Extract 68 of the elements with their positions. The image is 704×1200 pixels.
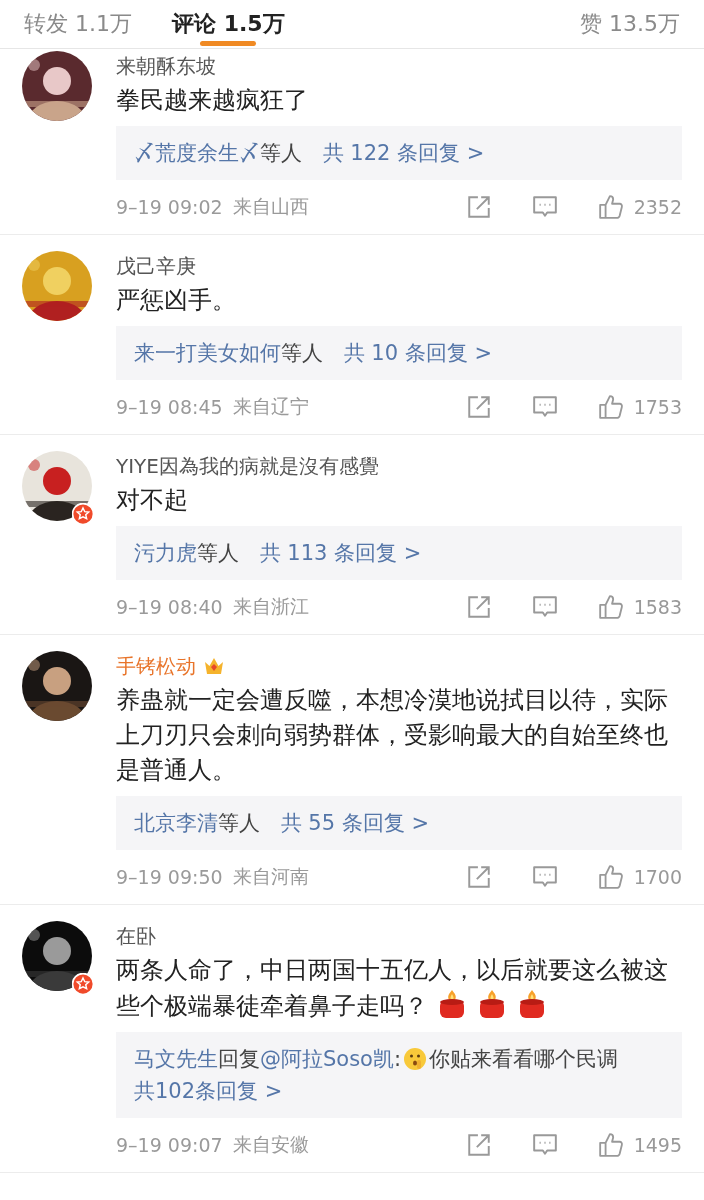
like-count: 2352 — [633, 196, 682, 218]
reply-label: 回复 — [218, 1046, 260, 1073]
tab[interactable]: 转发 1.1万 — [24, 0, 132, 42]
username[interactable]: 在卧 — [116, 922, 156, 950]
like-icon[interactable] — [597, 1132, 624, 1158]
share-icon[interactable] — [465, 864, 492, 890]
share-icon[interactable] — [465, 394, 492, 420]
comment-time: 9–19 08:45 — [116, 396, 223, 418]
reply-text: 你贴来看看哪个民调 — [429, 1046, 619, 1073]
comment-location: 来自辽宁 — [232, 394, 309, 419]
comment-text: 拳民越来越疯狂了 — [116, 85, 309, 116]
comment-icon[interactable] — [531, 864, 558, 890]
reply-count-link[interactable]: 共 122 条回复 > — [322, 141, 485, 165]
reply-preview[interactable]: 〆荒度余生〆等人 共 122 条回复 > — [116, 126, 682, 180]
reply-preview[interactable]: 北京李清等人 共 55 条回复 > — [116, 796, 682, 850]
reply-preview[interactable]: 马文先生回复@阿拉Soso凯: 你贴来看看哪个民调 共102条回复 > — [116, 1032, 682, 1118]
reply-author-link[interactable]: 〆荒度余生〆 — [134, 141, 260, 165]
tab-underline — [200, 41, 257, 46]
reply-label: 等人 — [218, 811, 260, 835]
reply-count-link[interactable]: 共 55 条回复 > — [280, 811, 430, 835]
reply-count-link[interactable]: 共 10 条回复 > — [343, 341, 493, 365]
comment-icon[interactable] — [531, 394, 558, 420]
username[interactable]: 手铐松动 — [116, 652, 196, 680]
reply-author-link[interactable]: 北京李清 — [134, 811, 218, 835]
comment-time: 9–19 09:02 — [116, 196, 223, 218]
comment-text: 养蛊就一定会遭反噬，本想冷漠地说拭目以待，实际上刀刃只会刺向弱势群体，受影响最大的自始至终也是普通人。 — [116, 685, 669, 786]
username[interactable]: 戊己辛庚 — [116, 252, 196, 280]
share-icon[interactable] — [465, 594, 492, 620]
reply-label: 等人 — [260, 141, 302, 165]
share-icon[interactable] — [465, 1132, 492, 1158]
tab[interactable]: 评论 1.5万 — [172, 0, 285, 42]
comment-time: 9–19 09:50 — [116, 866, 223, 888]
reply-label: 等人 — [197, 541, 239, 565]
thinking-emoji-icon — [403, 1047, 428, 1071]
like-count: 1583 — [633, 596, 682, 618]
comment-time: 9–19 09:07 — [116, 1134, 223, 1156]
reply-count-link[interactable]: 共102条回复 > — [134, 1075, 283, 1107]
reply-author-link[interactable]: 马文先生 — [134, 1043, 218, 1075]
comment-text: 两条人命了，中日两国十五亿人，以后就要这么被这些个极端暴徒牵着鼻子走吗？ — [116, 955, 669, 1022]
comment-location: 来自浙江 — [232, 594, 309, 619]
like-count: 1700 — [633, 866, 682, 888]
reply-author-link[interactable]: 污力虎 — [134, 541, 197, 565]
reply-count-link[interactable]: 共 113 条回复 > — [259, 541, 422, 565]
comment-text: 严惩凶手。 — [116, 285, 237, 316]
comment-location: 来自安徽 — [232, 1132, 309, 1157]
reply-author-link[interactable]: 来一打美女如何 — [134, 341, 281, 365]
like-icon[interactable] — [597, 394, 624, 420]
like-count: 1753 — [633, 396, 682, 418]
comment-location: 来自河南 — [232, 864, 309, 889]
comment-location: 来自山西 — [232, 194, 309, 219]
reply-colon: : — [393, 1046, 402, 1073]
mention-link[interactable]: @阿拉Soso凯 — [260, 1043, 394, 1075]
reply-label: 等人 — [281, 341, 323, 365]
comment-icon[interactable] — [531, 594, 558, 620]
comment-time: 9–19 08:40 — [116, 596, 223, 618]
like-count: 1495 — [633, 1134, 682, 1156]
like-icon[interactable] — [597, 194, 624, 220]
tab[interactable]: 赞 13.5万 — [580, 0, 680, 42]
share-icon[interactable] — [465, 194, 492, 220]
comment-icon[interactable] — [531, 194, 558, 220]
comment-icon[interactable] — [531, 1132, 558, 1158]
username[interactable]: 来朝酥东坡 — [116, 52, 216, 80]
reply-preview[interactable]: 污力虎等人 共 113 条回复 > — [116, 526, 682, 580]
username[interactable]: YIYE因為我的病就是沒有感覺 — [116, 452, 379, 480]
comment-text: 对不起 — [116, 485, 189, 516]
like-icon[interactable] — [597, 594, 624, 620]
reply-preview[interactable]: 来一打美女如何等人 共 10 条回复 > — [116, 326, 682, 380]
like-icon[interactable] — [597, 864, 624, 890]
